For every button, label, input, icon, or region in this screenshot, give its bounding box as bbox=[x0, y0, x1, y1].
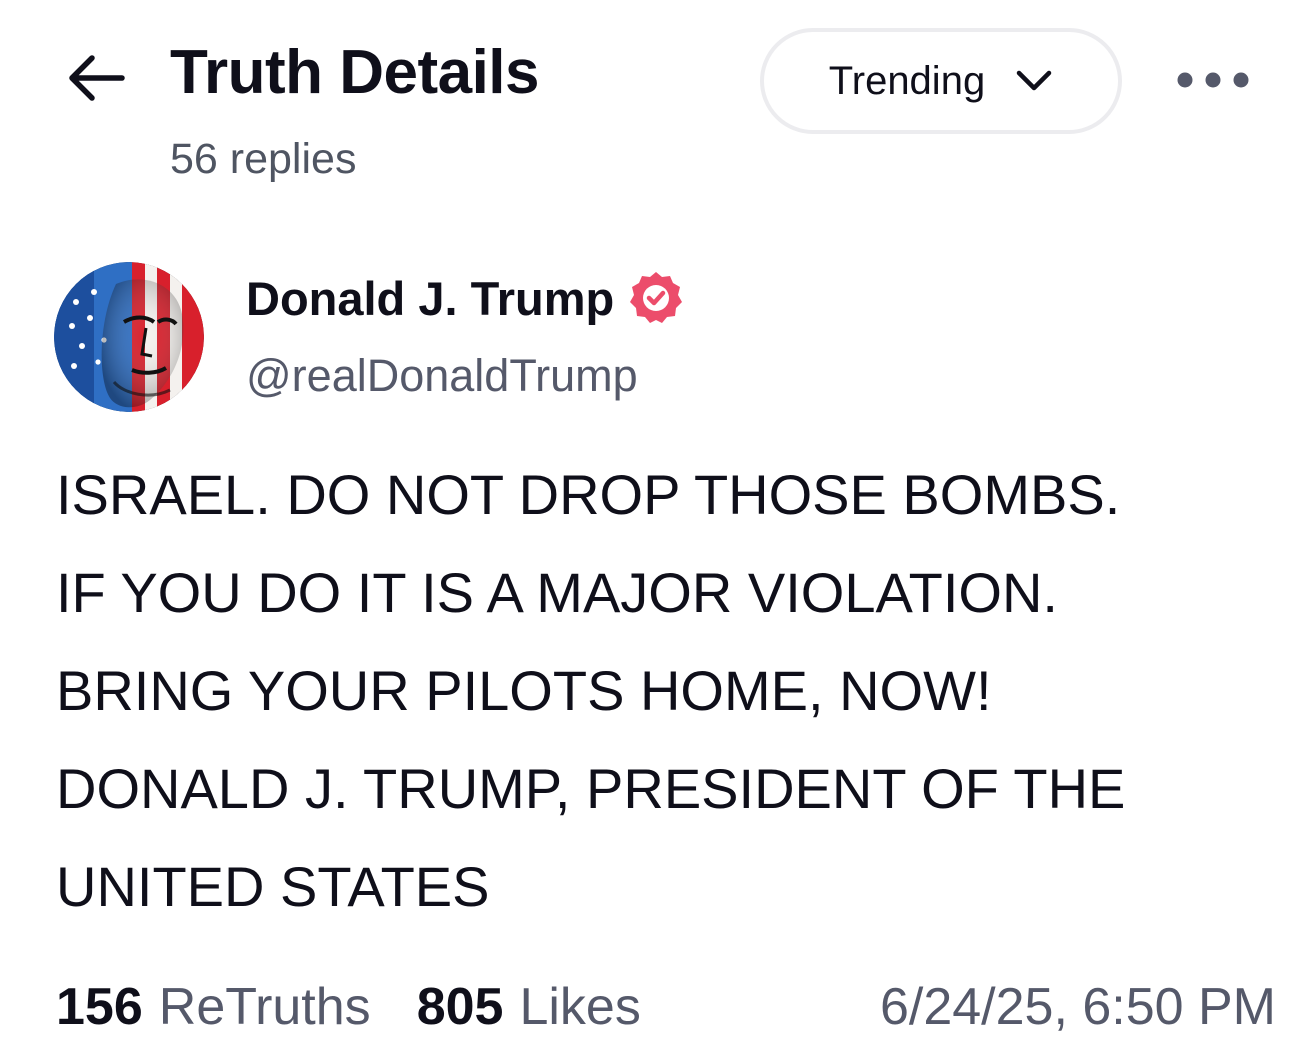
more-options-button[interactable] bbox=[1168, 55, 1258, 105]
page-title: Truth Details bbox=[170, 38, 540, 107]
likes-label: Likes bbox=[519, 978, 641, 1036]
verified-badge-icon bbox=[628, 270, 684, 326]
post-line: IF YOU DO IT IS A MAJOR VIOLATION. bbox=[56, 561, 1058, 624]
chevron-down-icon bbox=[1016, 70, 1052, 91]
post-stats: 156 ReTruths 805 Likes 6/24/25, 6:50 PM bbox=[56, 972, 1276, 1042]
arrow-left-icon bbox=[69, 55, 125, 101]
post-author: Donald J. Trump @realDonaldTrump bbox=[0, 250, 1302, 420]
user-handle[interactable]: @realDonaldTrump bbox=[246, 350, 638, 402]
back-button[interactable] bbox=[60, 50, 130, 106]
more-horizontal-icon bbox=[1177, 72, 1249, 88]
sort-label: Trending bbox=[828, 58, 986, 103]
post-body: ISRAEL. DO NOT DROP THOSE BOMBS. IF YOU … bbox=[56, 446, 1276, 936]
post-line: DONALD J. TRUMP, PRESIDENT OF THE bbox=[56, 757, 1126, 820]
likes-count: 805 bbox=[416, 978, 504, 1036]
display-name-row: Donald J. Trump bbox=[246, 270, 684, 326]
top-bar: Truth Details 56 replies Trending bbox=[0, 0, 1302, 210]
avatar[interactable] bbox=[54, 262, 204, 412]
retruths-stat[interactable]: 156 ReTruths bbox=[56, 977, 371, 1037]
post-line: BRING YOUR PILOTS HOME, NOW! bbox=[56, 659, 992, 722]
post-line: UNITED STATES bbox=[56, 855, 490, 918]
reply-count: 56 replies bbox=[170, 135, 357, 183]
sort-dropdown[interactable]: Trending bbox=[760, 28, 1122, 134]
post-timestamp: 6/24/25, 6:50 PM bbox=[879, 978, 1276, 1036]
retruths-count: 156 bbox=[56, 978, 143, 1036]
retruths-label: ReTruths bbox=[158, 978, 371, 1036]
avatar-image bbox=[54, 262, 204, 412]
likes-stat[interactable]: 805 Likes bbox=[417, 977, 641, 1037]
post-line: ISRAEL. DO NOT DROP THOSE BOMBS. bbox=[56, 463, 1121, 526]
display-name[interactable]: Donald J. Trump bbox=[246, 271, 614, 326]
